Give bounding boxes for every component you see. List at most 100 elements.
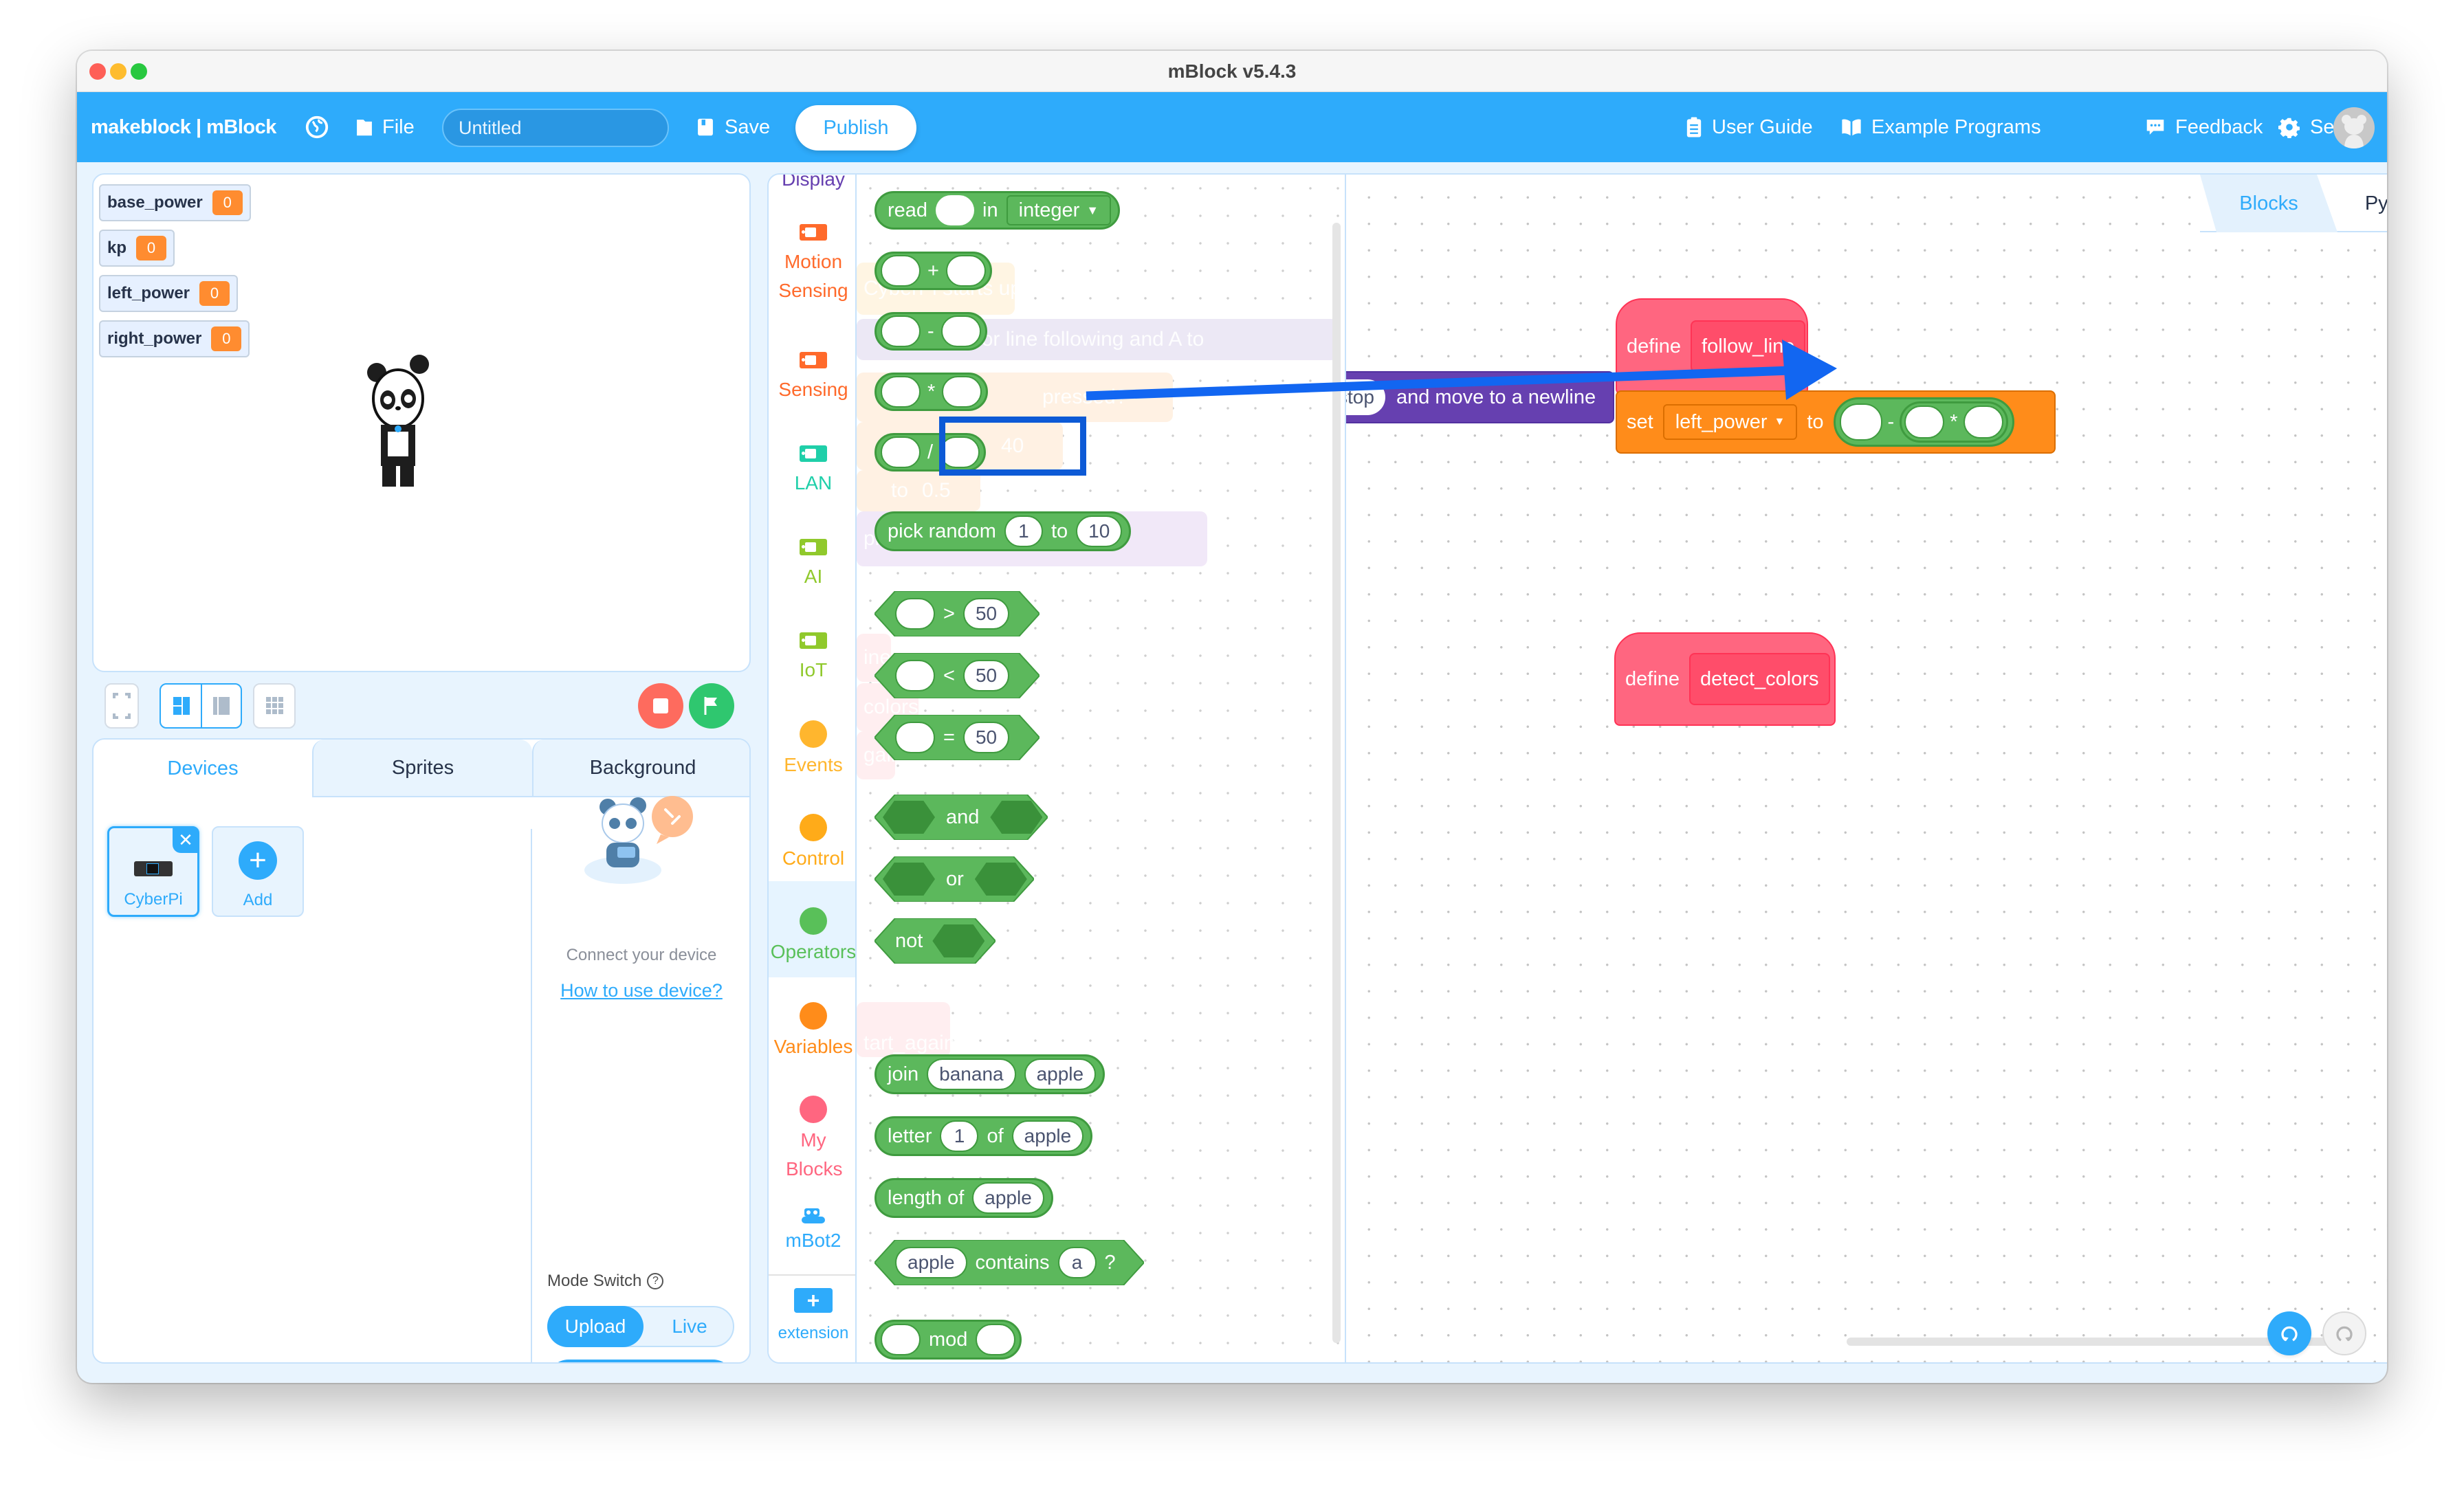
empty-slot[interactable]	[881, 376, 921, 408]
not-block[interactable]: not	[874, 918, 996, 969]
boolean-slot[interactable]	[974, 863, 1027, 896]
green-flag-button[interactable]	[689, 683, 734, 729]
stage-canvas[interactable]: base_power 0 kp 0 left_power 0 right_pow…	[92, 173, 751, 672]
empty-slot[interactable]	[881, 1324, 921, 1355]
category-motion-sensing[interactable]: Motion Sensing	[769, 224, 855, 305]
join-second-input[interactable]: apple	[1024, 1058, 1097, 1090]
publish-button[interactable]: Publish	[795, 105, 916, 151]
category-control[interactable]: Control	[769, 814, 855, 873]
category-events[interactable]: Events	[769, 720, 855, 779]
example-programs-button[interactable]: Example Programs	[1841, 92, 2041, 162]
category-display-partial[interactable]: Display	[769, 175, 855, 194]
add-operator-block[interactable]: +	[874, 252, 992, 290]
define-detect-colors-block[interactable]: define detect_colors	[1614, 632, 1836, 726]
empty-slot[interactable]	[945, 255, 986, 287]
category-variables[interactable]: Variables	[769, 1002, 855, 1061]
letter-text-input[interactable]: apple	[1011, 1120, 1084, 1152]
contains-block[interactable]: apple contains a?	[874, 1240, 1144, 1291]
tab-sprites[interactable]: Sprites	[312, 740, 532, 797]
and-block[interactable]: and	[874, 795, 1048, 845]
empty-slot[interactable]	[942, 376, 982, 408]
add-device-button[interactable]: + Add	[212, 826, 304, 917]
contains-value-input[interactable]: a	[1057, 1247, 1097, 1278]
remove-device-button[interactable]: ✕	[173, 827, 199, 853]
random-to-input[interactable]: 10	[1076, 515, 1123, 547]
type-dropdown[interactable]: integer ▼	[1006, 195, 1112, 225]
read-block[interactable]: read in integer ▼	[874, 191, 1121, 230]
random-from-input[interactable]: 1	[1004, 515, 1043, 547]
subtract-expression[interactable]: - *	[1833, 397, 2014, 447]
connect-button[interactable]: Connect	[547, 1360, 734, 1362]
empty-slot[interactable]	[895, 598, 935, 630]
device-card-cyberpi[interactable]: ✕ CyberPi	[107, 826, 199, 917]
subtract-operator-block[interactable]: -	[874, 312, 987, 351]
define-follow-line-block[interactable]: define follow_line	[1616, 298, 1808, 395]
empty-slot[interactable]	[1904, 406, 1945, 439]
empty-slot[interactable]	[881, 436, 921, 468]
category-mbot2[interactable]: mBot2	[769, 1206, 855, 1255]
letter-index-input[interactable]: 1	[940, 1120, 979, 1152]
or-block[interactable]: or	[874, 856, 1034, 907]
category-lan[interactable]: LAN	[769, 445, 855, 498]
empty-slot[interactable]	[936, 195, 975, 225]
greater-than-block[interactable]: >50	[874, 591, 1040, 642]
category-ai[interactable]: AI	[769, 539, 855, 591]
boolean-slot[interactable]	[883, 863, 935, 896]
join-first-input[interactable]: banana	[927, 1058, 1016, 1090]
pick-random-block[interactable]: pick random 1 to 10	[874, 511, 1132, 551]
help-icon[interactable]: ?	[647, 1273, 664, 1289]
variable-dropdown[interactable]: left_power ▼	[1662, 404, 1798, 440]
user-guide-button[interactable]: User Guide	[1686, 92, 1813, 162]
compare-value-input[interactable]: 50	[962, 660, 1010, 691]
palette-scrollbar[interactable]	[1332, 223, 1341, 1343]
length-of-block[interactable]: length of apple	[874, 1178, 1053, 1218]
panda-sprite[interactable]	[367, 349, 429, 494]
empty-slot[interactable]	[1963, 406, 2003, 439]
boolean-slot[interactable]	[990, 801, 1043, 834]
length-text-input[interactable]: apple	[972, 1182, 1044, 1214]
feedback-button[interactable]: Feedback	[2145, 92, 2263, 162]
tab-python[interactable]: Python	[2331, 175, 2387, 232]
equals-block[interactable]: = 50	[874, 715, 1040, 766]
empty-slot[interactable]	[881, 255, 921, 287]
mode-live-option[interactable]: Live	[645, 1307, 734, 1346]
mode-upload-option[interactable]: Upload	[547, 1306, 644, 1347]
layout-normal-button[interactable]	[161, 685, 202, 727]
script-workspace[interactable]: Blocks Python </> stop and move to a new…	[1345, 173, 2387, 1364]
less-than-block[interactable]: <50	[874, 653, 1040, 704]
layout-small-button[interactable]	[202, 685, 242, 727]
project-name-input[interactable]: Untitled	[442, 109, 669, 147]
contains-text-input[interactable]: apple	[895, 1247, 967, 1278]
boolean-slot[interactable]	[932, 924, 985, 957]
category-operators[interactable]: Operators	[769, 881, 855, 977]
how-to-use-device-link[interactable]: How to use device?	[531, 980, 749, 1001]
extension-button[interactable]: + extension	[769, 1274, 855, 1362]
empty-slot[interactable]	[1839, 403, 1882, 441]
print-block[interactable]: stop and move to a newline	[1346, 371, 1614, 423]
file-menu[interactable]: File	[355, 92, 415, 162]
redo-button[interactable]	[2322, 1311, 2366, 1355]
undo-button[interactable]	[2267, 1311, 2311, 1355]
category-my-blocks[interactable]: My Blocks	[769, 1096, 855, 1184]
empty-slot[interactable]	[881, 315, 921, 347]
user-avatar[interactable]	[2333, 107, 2375, 148]
multiply-expression[interactable]: *	[1900, 401, 2008, 443]
empty-slot[interactable]	[976, 1324, 1016, 1355]
compare-value-input[interactable]: 50	[962, 722, 1010, 753]
empty-slot[interactable]	[940, 315, 981, 347]
empty-slot[interactable]	[895, 722, 935, 753]
tab-blocks[interactable]: Blocks	[2200, 175, 2338, 232]
empty-slot[interactable]	[895, 660, 935, 691]
letter-of-block[interactable]: letter 1 of apple	[874, 1116, 1093, 1156]
stop-button[interactable]	[638, 683, 683, 729]
set-variable-block[interactable]: set left_power ▼ to - *	[1616, 390, 2056, 454]
print-value-input[interactable]: stop	[1346, 379, 1385, 415]
join-block[interactable]: join banana apple	[874, 1054, 1106, 1094]
mode-switch[interactable]: Upload Live	[547, 1306, 734, 1347]
compare-value-input[interactable]: 50	[962, 598, 1010, 630]
language-button[interactable]	[304, 92, 330, 162]
layout-toggle[interactable]	[160, 683, 242, 729]
layout-grid-button[interactable]	[253, 683, 296, 729]
category-iot[interactable]: IoT	[769, 632, 855, 685]
mod-block[interactable]: mod	[874, 1320, 1022, 1360]
